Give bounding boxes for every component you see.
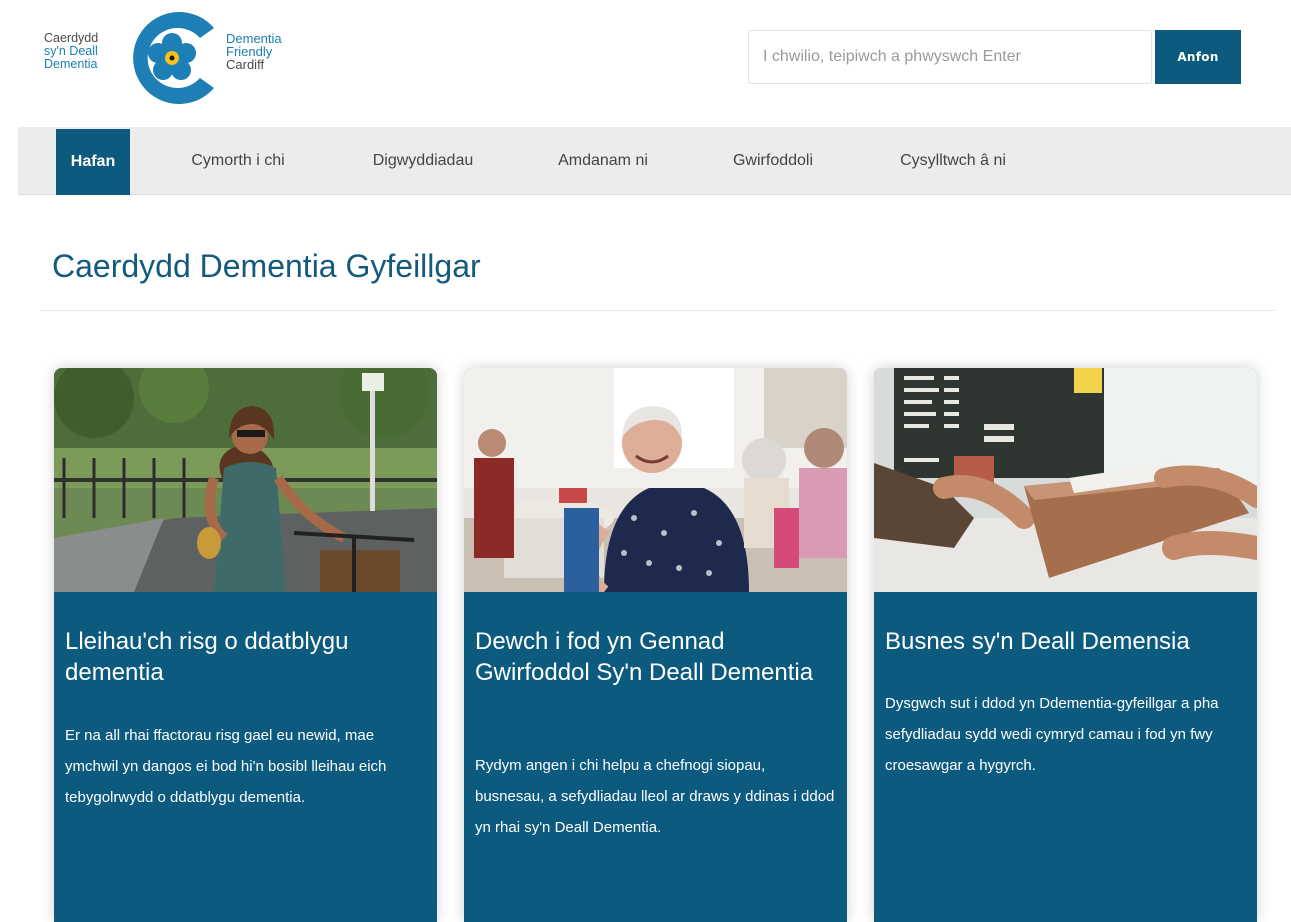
card-reduce-risk[interactable]: Lleihau'ch risg o ddatblygu dementia Er …	[54, 368, 437, 922]
page-title: Caerdydd Dementia Gyfeillgar	[52, 248, 481, 284]
logo-welsh-line-3: Dementia	[44, 57, 98, 71]
card-title[interactable]: Lleihau'ch risg o ddatblygu dementia	[65, 626, 425, 688]
nav-item-digwyddiadau[interactable]: Digwyddiadau	[348, 127, 498, 195]
card-image-smiling-older-woman	[464, 368, 847, 592]
card-volunteer-ambassador[interactable]: Dewch i fod yn Gennad Gwirfoddol Sy'n De…	[464, 368, 847, 922]
forget-me-not-logo-icon	[133, 11, 214, 104]
main-navigation: Hafan Cymorth i chi Digwyddiadau Amdanam…	[18, 127, 1291, 195]
nav-item-hafan[interactable]: Hafan	[56, 129, 130, 195]
nav-item-amdanam[interactable]: Amdanam ni	[533, 127, 673, 195]
card-dementia-friendly-business[interactable]: Busnes sy'n Deall Demensia Dysgwch sut i…	[874, 368, 1257, 922]
search-submit-button[interactable]: Anfon	[1155, 30, 1241, 84]
card-description: Rydym angen i chi helpu a chefnogi siopa…	[475, 757, 835, 836]
logo-english-line-3: Cardiff	[226, 57, 265, 72]
search-input[interactable]	[749, 31, 1151, 83]
card-image-woman-with-bicycle	[54, 368, 437, 592]
card-image-parcel-handover	[874, 368, 1257, 592]
search-box	[748, 30, 1152, 84]
card-description: Er na all rhai ffactorau risg gael eu ne…	[65, 727, 387, 806]
logo-english-text: Dementia Friendly Cardiff	[226, 32, 282, 71]
nav-item-cysylltwch[interactable]: Cysylltwch â ni	[873, 127, 1033, 195]
card-title[interactable]: Dewch i fod yn Gennad Gwirfoddol Sy'n De…	[475, 626, 835, 688]
logo-welsh-text: Caerdydd sy'n Deall Dementia	[44, 32, 98, 71]
title-divider	[40, 310, 1276, 311]
nav-item-cymorth[interactable]: Cymorth i chi	[168, 127, 308, 195]
card-description: Dysgwch sut i ddod yn Ddementia-gyfeillg…	[885, 695, 1219, 774]
card-title[interactable]: Busnes sy'n Deall Demensia	[885, 626, 1245, 657]
site-header: Caerdydd sy'n Deall Dementia Dementia Fr…	[0, 0, 1291, 127]
nav-item-gwirfoddoli[interactable]: Gwirfoddoli	[708, 127, 838, 195]
site-logo[interactable]: Caerdydd sy'n Deall Dementia Dementia Fr…	[40, 6, 310, 110]
